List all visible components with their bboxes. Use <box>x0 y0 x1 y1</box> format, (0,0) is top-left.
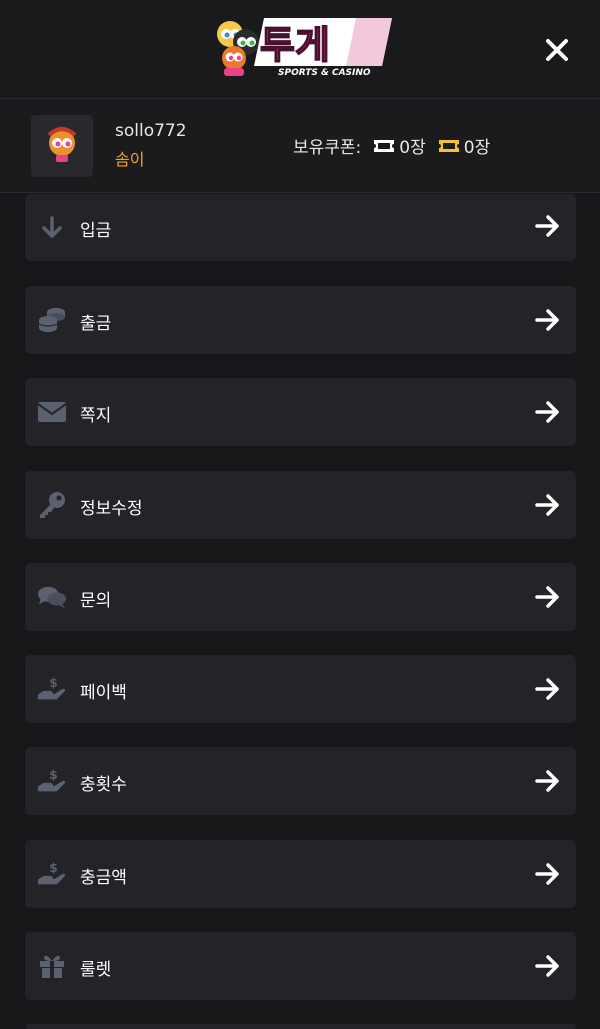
hand-dollar-icon: $ <box>37 860 67 888</box>
menu-item-label: 충횟수 <box>80 775 127 795</box>
menu-item-label: 출금 <box>80 314 112 334</box>
site-logo[interactable]: 투게 SPORTS & CASINO <box>206 12 394 82</box>
coupon-white-count: 0장 <box>399 138 426 158</box>
arrow-right-icon <box>534 675 562 703</box>
coupon-white: 0장 <box>373 133 426 158</box>
svg-text:$: $ <box>49 768 57 782</box>
top-bar: 투게 SPORTS & CASINO <box>0 0 600 99</box>
user-level: 솜이 <box>115 150 145 169</box>
svg-text:$: $ <box>49 861 57 875</box>
menu-item-profile-edit[interactable]: 정보수정 <box>25 471 576 539</box>
arrow-right-icon <box>534 398 562 426</box>
menu-item-inquiry[interactable]: 문의 <box>25 563 576 631</box>
arrow-right-icon <box>534 860 562 888</box>
arrow-right-icon <box>534 306 562 334</box>
menu-item-charge-count[interactable]: $ 충횟수 <box>25 747 576 815</box>
arrow-right-icon <box>534 583 562 611</box>
menu-item-label: 정보수정 <box>80 499 143 519</box>
arrow-right-icon <box>534 491 562 519</box>
coupon-info: 보유쿠폰: 0장 0장 <box>293 133 490 158</box>
ticket-icon <box>438 139 459 152</box>
menu-item-label: 쪽지 <box>80 406 112 426</box>
menu-item-payback[interactable]: $ 페이백 <box>25 655 576 723</box>
user-info-bar: sollo772 솜이 보유쿠폰: 0장 0장 <box>0 99 600 193</box>
coupon-yellow-count: 0장 <box>463 138 491 158</box>
logo-text: 투게 <box>260 23 330 67</box>
menu-item-withdraw[interactable]: 출금 <box>25 286 576 354</box>
svg-text:$: $ <box>49 676 57 690</box>
menu-item-deposit[interactable]: 입금 <box>25 194 576 261</box>
arrow-down-icon <box>37 214 67 242</box>
menu-item-label: 룰렛 <box>80 960 112 980</box>
close-button[interactable] <box>540 33 574 67</box>
menu-item-roulette[interactable]: 룰렛 <box>25 932 576 1000</box>
coins-icon <box>37 306 67 334</box>
hand-dollar-icon: $ <box>37 675 67 703</box>
coupon-yellow: 0장 <box>438 133 490 158</box>
menu-item-label: 문의 <box>80 591 112 611</box>
menu-item-message[interactable]: 쪽지 <box>25 378 576 446</box>
menu-item-label: 입금 <box>80 221 112 241</box>
avatar <box>31 115 93 177</box>
menu-item-label: 충금액 <box>80 868 127 888</box>
arrow-right-icon <box>534 212 562 240</box>
menu-item-next[interactable] <box>25 1024 576 1029</box>
username: sollo772 <box>115 121 187 141</box>
arrow-right-icon <box>534 767 562 795</box>
ticket-icon <box>374 139 395 152</box>
menu-item-charge-amount[interactable]: $ 충금액 <box>25 840 576 908</box>
close-icon <box>546 39 568 61</box>
hand-dollar-icon: $ <box>37 767 67 795</box>
menu-item-label: 페이백 <box>80 683 127 703</box>
gift-icon <box>37 952 67 980</box>
coupon-label: 보유쿠폰: <box>293 138 362 158</box>
envelope-icon <box>37 398 67 426</box>
chat-icon <box>37 583 67 611</box>
key-icon <box>37 491 67 519</box>
arrow-right-icon <box>534 952 562 980</box>
logo-subtext: SPORTS & CASINO <box>278 68 371 78</box>
